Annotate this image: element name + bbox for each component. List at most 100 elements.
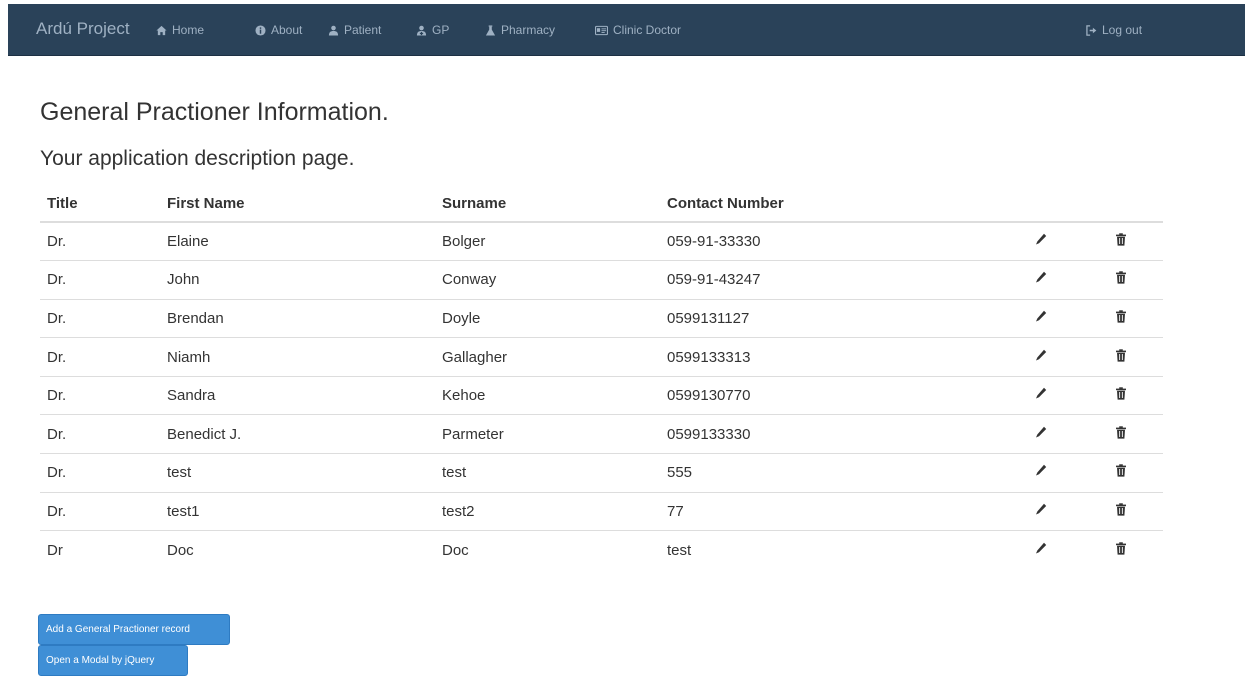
cell-title: Dr. (40, 453, 160, 493)
doctor-icon (416, 25, 427, 36)
cell-contact-number: 555 (660, 453, 1028, 493)
cell-first-name: Doc (160, 530, 435, 570)
edit-button[interactable] (1035, 233, 1047, 246)
cell-delete (1108, 298, 1163, 338)
trash-icon (1116, 348, 1126, 362)
cell-first-name: Brendan (160, 298, 435, 338)
edit-button[interactable] (1035, 464, 1047, 477)
home-icon (156, 25, 167, 35)
page-subtitle: Your application description page. (40, 147, 355, 170)
info-icon (255, 24, 266, 36)
nav-about[interactable]: About (255, 23, 302, 37)
top-navbar: Ardú Project Home About Patient GP Pharm… (8, 4, 1245, 56)
cell-surname: Bolger (442, 233, 486, 251)
delete-button[interactable] (1115, 503, 1127, 516)
nav-gp-label: GP (432, 23, 450, 37)
add-gp-record-button[interactable]: Add a General Practioner record (38, 614, 230, 645)
table-row: Dr. test1 test2 77 (40, 491, 1163, 531)
delete-button[interactable] (1115, 233, 1127, 246)
cell-surname: Conway (435, 260, 660, 300)
cell-title: Dr. (40, 414, 160, 454)
nav-patient-label: Patient (344, 23, 382, 37)
cell-title: Dr. (40, 491, 160, 531)
cell-edit (1028, 491, 1108, 531)
table-row: Dr. Brendan Doyle 0599131127 (40, 298, 1163, 338)
cell-first-name: Niamh (160, 337, 435, 377)
cell-first-name: Elaine (167, 233, 209, 251)
cell-contact-number: 0599130770 (660, 375, 1028, 415)
trash-icon (1116, 503, 1126, 516)
nav-clinic-doctor-label: Clinic Doctor (613, 23, 682, 37)
edit-button[interactable] (1035, 349, 1047, 362)
cell-delete (1108, 491, 1163, 531)
header-delete (1108, 186, 1163, 223)
cell-delete (1108, 375, 1163, 415)
delete-button[interactable] (1115, 348, 1127, 362)
cell-contact-number: 0599133313 (660, 337, 1028, 377)
edit-button[interactable] (1035, 387, 1047, 400)
cell-surname: Doc (435, 530, 660, 570)
delete-button[interactable] (1115, 426, 1127, 439)
cell-contact-number: 77 (660, 491, 1028, 531)
cell-first-name: test (160, 453, 435, 493)
logout-link[interactable]: Log out (1086, 23, 1142, 37)
cell-first-name: John (160, 260, 435, 300)
cell-edit (1028, 298, 1108, 338)
nav-clinic-doctor[interactable]: Clinic Doctor (595, 23, 681, 37)
page-title: General Practioner Information. (40, 98, 389, 126)
cell-first-name: Sandra (160, 375, 435, 415)
pencil-icon (1036, 233, 1047, 245)
flask-icon (485, 24, 496, 36)
cell-contact-number: 059-91-43247 (660, 260, 1028, 300)
table-row: Dr. Elaine Bolger 059-91-33330 (40, 222, 1163, 261)
pencil-icon (1036, 349, 1047, 361)
logout-label: Log out (1102, 23, 1143, 37)
cell-title: Dr. (40, 337, 160, 377)
trash-icon (1116, 426, 1126, 439)
edit-button[interactable] (1035, 542, 1047, 555)
cell-surname: test2 (435, 491, 660, 531)
delete-button[interactable] (1115, 464, 1127, 477)
cell-delete (1108, 260, 1163, 300)
logout-icon (1086, 24, 1097, 36)
table-row: Dr. Benedict J. Parmeter 0599133330 (40, 414, 1163, 454)
edit-button[interactable] (1035, 310, 1047, 323)
delete-button[interactable] (1115, 542, 1127, 555)
header-contact-number: Contact Number (660, 186, 1028, 223)
cell-edit (1028, 530, 1108, 570)
nav-patient[interactable]: Patient (328, 23, 381, 37)
trash-icon (1116, 387, 1126, 400)
delete-button[interactable] (1115, 310, 1127, 323)
table-header-row: Title First Name Surname Contact Number (40, 186, 1163, 223)
nav-pharmacy[interactable]: Pharmacy (485, 23, 555, 37)
cell-edit (1028, 414, 1108, 454)
brand-link[interactable]: Ardú Project (36, 19, 130, 39)
pencil-icon (1036, 503, 1047, 515)
cell-title: Dr. (40, 298, 160, 338)
header-title: Title (40, 186, 160, 223)
edit-button[interactable] (1035, 271, 1047, 284)
pencil-icon (1036, 310, 1047, 322)
edit-button[interactable] (1035, 426, 1047, 439)
cell-edit (1028, 222, 1108, 261)
edit-button[interactable] (1035, 503, 1047, 516)
pencil-icon (1036, 465, 1047, 476)
cell-delete (1108, 530, 1163, 570)
delete-button[interactable] (1115, 387, 1127, 400)
cell-surname: Kehoe (435, 375, 660, 415)
pencil-icon (1036, 426, 1047, 438)
nav-home[interactable]: Home (156, 23, 204, 37)
nav-gp[interactable]: GP (416, 23, 449, 37)
cell-delete (1108, 414, 1163, 454)
cell-title: Dr. (40, 375, 160, 415)
nav-about-label: About (271, 23, 303, 37)
cell-contact-number: 0599133330 (660, 414, 1028, 454)
delete-button[interactable] (1115, 271, 1127, 284)
trash-icon (1116, 310, 1126, 323)
nav-home-label: Home (172, 23, 205, 37)
cell-delete (1108, 337, 1163, 377)
cell-title: Dr. (47, 233, 67, 251)
trash-icon (1116, 271, 1126, 284)
open-modal-button[interactable]: Open a Modal by jQuery (38, 645, 188, 676)
pencil-icon (1036, 272, 1047, 283)
